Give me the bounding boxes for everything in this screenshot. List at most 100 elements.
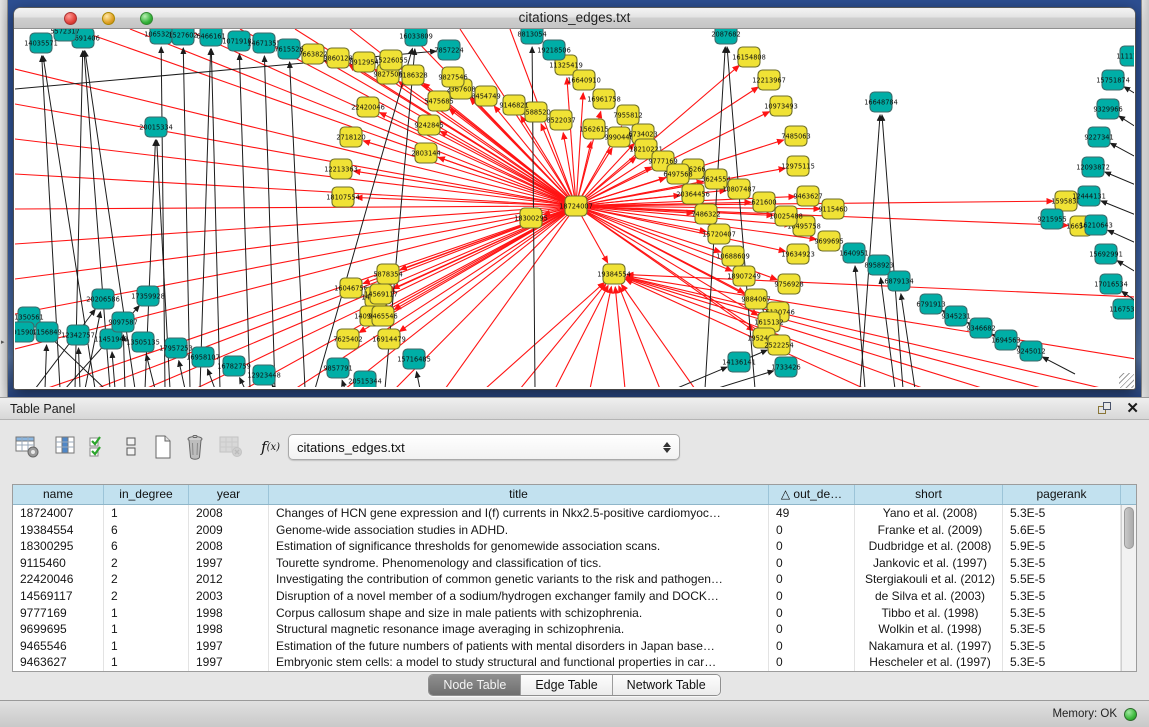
network-node[interactable]: 621600: [751, 192, 776, 212]
network-node[interactable]: 9346682: [966, 318, 995, 338]
network-node[interactable]: 1156849: [32, 322, 61, 342]
network-node[interactable]: 1167534: [1109, 299, 1134, 319]
network-node[interactable]: 12923448: [247, 365, 281, 385]
network-node[interactable]: 9227341: [1084, 127, 1113, 147]
scrollbar-thumb[interactable]: [1124, 507, 1134, 549]
network-node[interactable]: 12975115: [781, 156, 815, 176]
network-node[interactable]: 1640951: [839, 243, 868, 263]
network-node[interactable]: 1111753: [1116, 46, 1134, 66]
network-node[interactable]: 16782759: [217, 356, 251, 376]
network-node[interactable]: 5475685: [424, 91, 453, 111]
network-node[interactable]: 9827546: [438, 67, 467, 87]
table-selector-dropdown[interactable]: citations_edges.txt: [288, 434, 680, 460]
column-header-year[interactable]: year: [189, 485, 269, 504]
network-node[interactable]: 16154808: [732, 47, 766, 67]
network-node[interactable]: 2803144: [411, 143, 440, 163]
column-header-pagerank[interactable]: pagerank: [1003, 485, 1121, 504]
network-node[interactable]: 5878354: [373, 264, 402, 284]
network-node[interactable]: 9097587: [108, 312, 137, 332]
function-builder-icon[interactable]: f(x): [261, 434, 280, 460]
network-node[interactable]: 16961758: [587, 89, 621, 109]
table-settings-icon[interactable]: [15, 434, 41, 460]
network-node[interactable]: 7625402: [333, 329, 362, 349]
table-row[interactable]: 969969511998Structural magnetic resonanc…: [13, 621, 1121, 638]
network-node[interactable]: 17016534: [1094, 274, 1128, 294]
network-canvas[interactable]: 1872400711325419166409101696175879558121…: [15, 29, 1134, 387]
tab-edge-table[interactable]: Edge Table: [521, 675, 612, 695]
network-node[interactable]: 6791913: [916, 294, 945, 314]
network-node[interactable]: 20015334: [139, 117, 173, 137]
network-node[interactable]: 18907249: [727, 266, 761, 286]
network-node[interactable]: 2087682: [711, 29, 740, 44]
table-row[interactable]: 2242004622012Investigating the contribut…: [13, 571, 1121, 588]
network-node[interactable]: 8813054: [517, 29, 546, 44]
network-node[interactable]: 1733426: [771, 357, 800, 377]
network-node[interactable]: 13505135: [126, 332, 160, 352]
float-window-icon[interactable]: [1098, 402, 1112, 416]
network-node[interactable]: 6879134: [884, 271, 913, 291]
network-node[interactable]: 15716485: [397, 349, 431, 369]
column-header-title[interactable]: title: [269, 485, 769, 504]
table-row[interactable]: 1872400712008Changes of HCN gene express…: [13, 505, 1121, 522]
network-node[interactable]: 17359928: [131, 286, 165, 306]
network-node[interactable]: 19384554: [597, 264, 631, 284]
network-node[interactable]: 8454749: [471, 86, 500, 106]
network-node[interactable]: 9860128: [323, 48, 352, 68]
network-node[interactable]: 8522037: [546, 110, 575, 130]
network-node[interactable]: 7857224: [434, 40, 463, 60]
window-resize-grip[interactable]: [1119, 373, 1134, 388]
row-height-icon[interactable]: [125, 434, 137, 460]
network-node[interactable]: 9463627: [793, 186, 822, 206]
table-row[interactable]: 1456911722003Disruption of a novel membe…: [13, 588, 1121, 605]
network-node[interactable]: 1527602: [168, 29, 197, 45]
network-node[interactable]: 2718120: [336, 127, 365, 147]
network-node[interactable]: 9329966: [1093, 99, 1122, 119]
select-all-rows-icon[interactable]: [89, 434, 109, 460]
network-node[interactable]: 9345231: [941, 306, 970, 326]
network-node[interactable]: 9756928: [774, 274, 803, 294]
network-node[interactable]: 18107554: [326, 187, 360, 207]
panel-collapse-arrow-icon[interactable]: ▸: [1, 338, 5, 346]
network-node[interactable]: 9884067: [741, 289, 770, 309]
column-header-in_degree[interactable]: in_degree: [104, 485, 189, 504]
tab-network-table[interactable]: Network Table: [613, 675, 720, 695]
close-panel-icon[interactable]: ✕: [1126, 402, 1139, 416]
network-node[interactable]: 12342757: [61, 325, 95, 345]
column-header-out_de[interactable]: △ out_de…: [769, 485, 855, 504]
network-node[interactable]: 12093872: [1076, 157, 1110, 177]
delete-table-icon[interactable]: [185, 434, 205, 460]
network-node[interactable]: 9857791: [323, 358, 352, 378]
table-row[interactable]: 1830029562008Estimation of significance …: [13, 538, 1121, 555]
table-row[interactable]: 1938455462009Genome-wide association stu…: [13, 522, 1121, 539]
network-node[interactable]: 9115460: [818, 199, 847, 219]
tab-node-table[interactable]: Node Table: [429, 675, 521, 695]
network-node[interactable]: 6497568: [663, 164, 692, 184]
network-node[interactable]: 7485063: [781, 126, 810, 146]
network-node[interactable]: 5572317: [50, 29, 79, 41]
table-scrollbar[interactable]: [1121, 505, 1136, 671]
column-header-short[interactable]: short: [855, 485, 1003, 504]
network-node[interactable]: 14136141: [722, 352, 756, 372]
table-row[interactable]: 946362711997Embryonic stem cells: a mode…: [13, 654, 1121, 671]
network-node[interactable]: 12213967: [752, 70, 786, 90]
network-node[interactable]: 7615526: [274, 39, 303, 59]
network-node[interactable]: 8186328: [398, 65, 427, 85]
network-node[interactable]: 22420046: [351, 97, 385, 117]
table-row[interactable]: 977716911998Corpus callosum shape and si…: [13, 605, 1121, 622]
network-node[interactable]: 2522254: [764, 335, 793, 355]
network-window-titlebar[interactable]: citations_edges.txt: [14, 8, 1135, 29]
network-node[interactable]: 16648784: [864, 92, 898, 112]
network-node[interactable]: 10973493: [764, 96, 798, 116]
network-node[interactable]: 9699695: [814, 231, 843, 251]
column-header-name[interactable]: name: [13, 485, 104, 504]
network-node[interactable]: 14035571: [24, 33, 58, 53]
network-node[interactable]: 8912954: [349, 52, 378, 72]
network-node[interactable]: 16914479: [372, 329, 406, 349]
network-node[interactable]: 7486322: [691, 204, 720, 224]
network-node[interactable]: 9215955: [1037, 209, 1066, 229]
network-node[interactable]: 19634923: [781, 244, 815, 264]
network-node[interactable]: 9146821: [499, 95, 528, 115]
column-chooser-icon[interactable]: [55, 434, 77, 460]
network-node[interactable]: 9242845: [414, 115, 443, 135]
network-view[interactable]: 1872400711325419166409101696175879558121…: [15, 29, 1134, 387]
